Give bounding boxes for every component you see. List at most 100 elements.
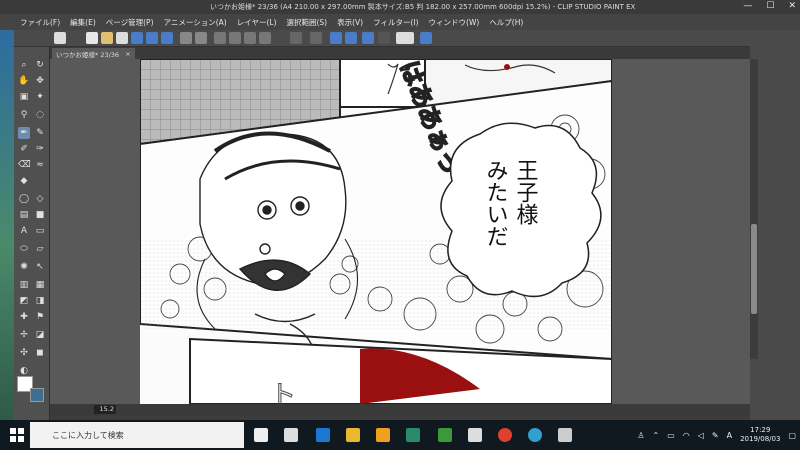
hand-tool-icon[interactable]: ✋	[18, 75, 30, 87]
lasso-tool-icon[interactable]: ◌	[34, 109, 46, 121]
deselect-icon[interactable]	[310, 32, 322, 44]
menu-file[interactable]: ファイル(F)	[20, 17, 60, 28]
tab-close-icon[interactable]: ×	[125, 50, 130, 58]
clip-studio-icon[interactable]	[54, 32, 66, 44]
app-icon-4[interactable]	[558, 428, 572, 442]
fill-tool-icon[interactable]: ◆	[18, 175, 30, 187]
ellipse-tool-icon[interactable]: ⬭	[18, 243, 30, 255]
store-icon[interactable]	[438, 428, 452, 442]
new-file-icon[interactable]	[86, 32, 98, 44]
chrome-icon[interactable]	[498, 428, 512, 442]
text-tool-icon[interactable]: A	[18, 225, 30, 237]
open-folder-icon[interactable]	[101, 32, 113, 44]
layer-tool-icon[interactable]: ▥	[18, 279, 30, 291]
scrollbar-thumb[interactable]	[751, 224, 757, 314]
rotate-tool-icon[interactable]: ↻	[34, 59, 46, 71]
crop-icon[interactable]	[259, 32, 271, 44]
zoom-tool-icon[interactable]: ⌕	[18, 59, 30, 71]
notification-icon[interactable]: ▢	[788, 431, 796, 440]
pen-icon[interactable]: ✎	[712, 431, 719, 440]
taskbar-search[interactable]: ここに入力して検索	[30, 422, 244, 448]
wifi-icon[interactable]: ◠	[683, 431, 690, 440]
pencil-tool-icon[interactable]: ✎	[34, 127, 46, 139]
tray-chevron-icon[interactable]: ⌃	[652, 431, 659, 440]
save-icon[interactable]	[116, 32, 128, 44]
sub-color-swatch[interactable]	[30, 388, 44, 402]
clock[interactable]: 17:29 2019/08/03	[740, 426, 780, 444]
minimize-button[interactable]: —	[743, 1, 752, 11]
eyedropper-tool-icon[interactable]: ⚲	[18, 109, 30, 121]
battery-icon[interactable]: ▭	[667, 431, 675, 440]
figure-tool-icon[interactable]: ◯	[18, 193, 30, 205]
app-icon-1[interactable]	[376, 428, 390, 442]
mail-icon[interactable]	[468, 428, 482, 442]
menu-edit[interactable]: 編集(E)	[70, 17, 96, 28]
menu-selection[interactable]: 選択範囲(S)	[287, 17, 328, 28]
frame-border-icon[interactable]: ■	[34, 209, 46, 221]
task-view-icon[interactable]	[254, 428, 268, 442]
undo-icon[interactable]	[180, 32, 192, 44]
menu-help[interactable]: ヘルプ(H)	[489, 17, 523, 28]
page-icon[interactable]	[161, 32, 173, 44]
decoration-tool-icon[interactable]: ✚	[18, 311, 30, 323]
ime-indicator[interactable]: A	[727, 431, 732, 440]
palette-tool-icon[interactable]: ◨	[34, 295, 46, 307]
canvas-area[interactable]: はああぁっ 王子様 みたいだ た ト	[50, 59, 750, 404]
windows-start-icon[interactable]	[10, 428, 24, 442]
edge-icon[interactable]	[316, 428, 330, 442]
pattern-tool-icon[interactable]: ✢	[18, 329, 30, 341]
settings-icon[interactable]	[420, 32, 432, 44]
clock-time: 17:29	[750, 426, 771, 434]
menu-view[interactable]: 表示(V)	[337, 17, 363, 28]
brush-tool-icon[interactable]: ✐	[18, 143, 30, 155]
image-tool-icon[interactable]: ◪	[34, 329, 46, 341]
menu-page[interactable]: ページ管理(P)	[106, 17, 154, 28]
manga-page[interactable]: はああぁっ 王子様 みたいだ た ト	[140, 59, 612, 404]
frame-tool-icon[interactable]: ◇	[34, 193, 46, 205]
blend-tool-icon[interactable]: ≈	[34, 159, 46, 171]
ruler-icon[interactable]	[330, 32, 342, 44]
clip-studio-taskbar-icon[interactable]	[284, 428, 298, 442]
pen-tool-icon[interactable]: ✒	[18, 127, 30, 139]
export-icon[interactable]	[131, 32, 143, 44]
close-button[interactable]: ✕	[788, 1, 796, 11]
layer-move-icon[interactable]: ▣	[18, 91, 30, 103]
import-icon[interactable]	[146, 32, 158, 44]
volume-icon[interactable]: ◁	[698, 431, 704, 440]
guide-icon[interactable]	[362, 32, 374, 44]
maximize-button[interactable]: ☐	[766, 1, 774, 11]
gradient-tool-icon[interactable]: ▤	[18, 209, 30, 221]
move-tool-icon[interactable]: ✥	[34, 75, 46, 87]
correct-line-icon[interactable]: ✺	[18, 261, 30, 273]
menu-layer[interactable]: レイヤー(L)	[237, 17, 277, 28]
balloon-tool-icon[interactable]: ▭	[34, 225, 46, 237]
menu-animation[interactable]: アニメーション(A)	[164, 17, 227, 28]
app-icon-3[interactable]	[528, 428, 542, 442]
fill-icon[interactable]	[244, 32, 256, 44]
menu-window[interactable]: ウィンドウ(W)	[429, 17, 480, 28]
transform-icon[interactable]	[229, 32, 241, 44]
learn-icon[interactable]	[378, 32, 390, 44]
eraser-tool-icon[interactable]: ⌫	[18, 159, 31, 171]
adjust-tool-icon[interactable]: ◩	[18, 295, 30, 307]
explorer-icon[interactable]	[346, 428, 360, 442]
clear-icon[interactable]	[214, 32, 226, 44]
vertical-scrollbar[interactable]	[750, 59, 758, 359]
ruler-tool-icon[interactable]: ▱	[34, 243, 46, 255]
zoom-field[interactable]: 15.2	[94, 405, 116, 414]
tab-document[interactable]: いつかお姫様* 23/36 ×	[52, 48, 135, 59]
people-icon[interactable]: ♙	[637, 431, 644, 440]
selection-icon[interactable]	[290, 32, 302, 44]
app-icon-2[interactable]	[406, 428, 420, 442]
menu-filter[interactable]: フィルター(I)	[373, 17, 418, 28]
airbrush-tool-icon[interactable]: ✑	[34, 143, 46, 155]
photo-tool-icon[interactable]: ◼	[34, 347, 46, 359]
vector-tool-icon[interactable]: ✣	[18, 347, 30, 359]
arrow-tool-icon[interactable]: ↖	[34, 261, 46, 273]
sub-tool-icon[interactable]: ⚑	[34, 311, 46, 323]
grid-tool-icon[interactable]: ▦	[34, 279, 46, 291]
redo-icon[interactable]	[195, 32, 207, 44]
object-tool-icon[interactable]: ✦	[34, 91, 46, 103]
snap-icon[interactable]	[345, 32, 357, 44]
help-icon[interactable]	[396, 32, 414, 44]
